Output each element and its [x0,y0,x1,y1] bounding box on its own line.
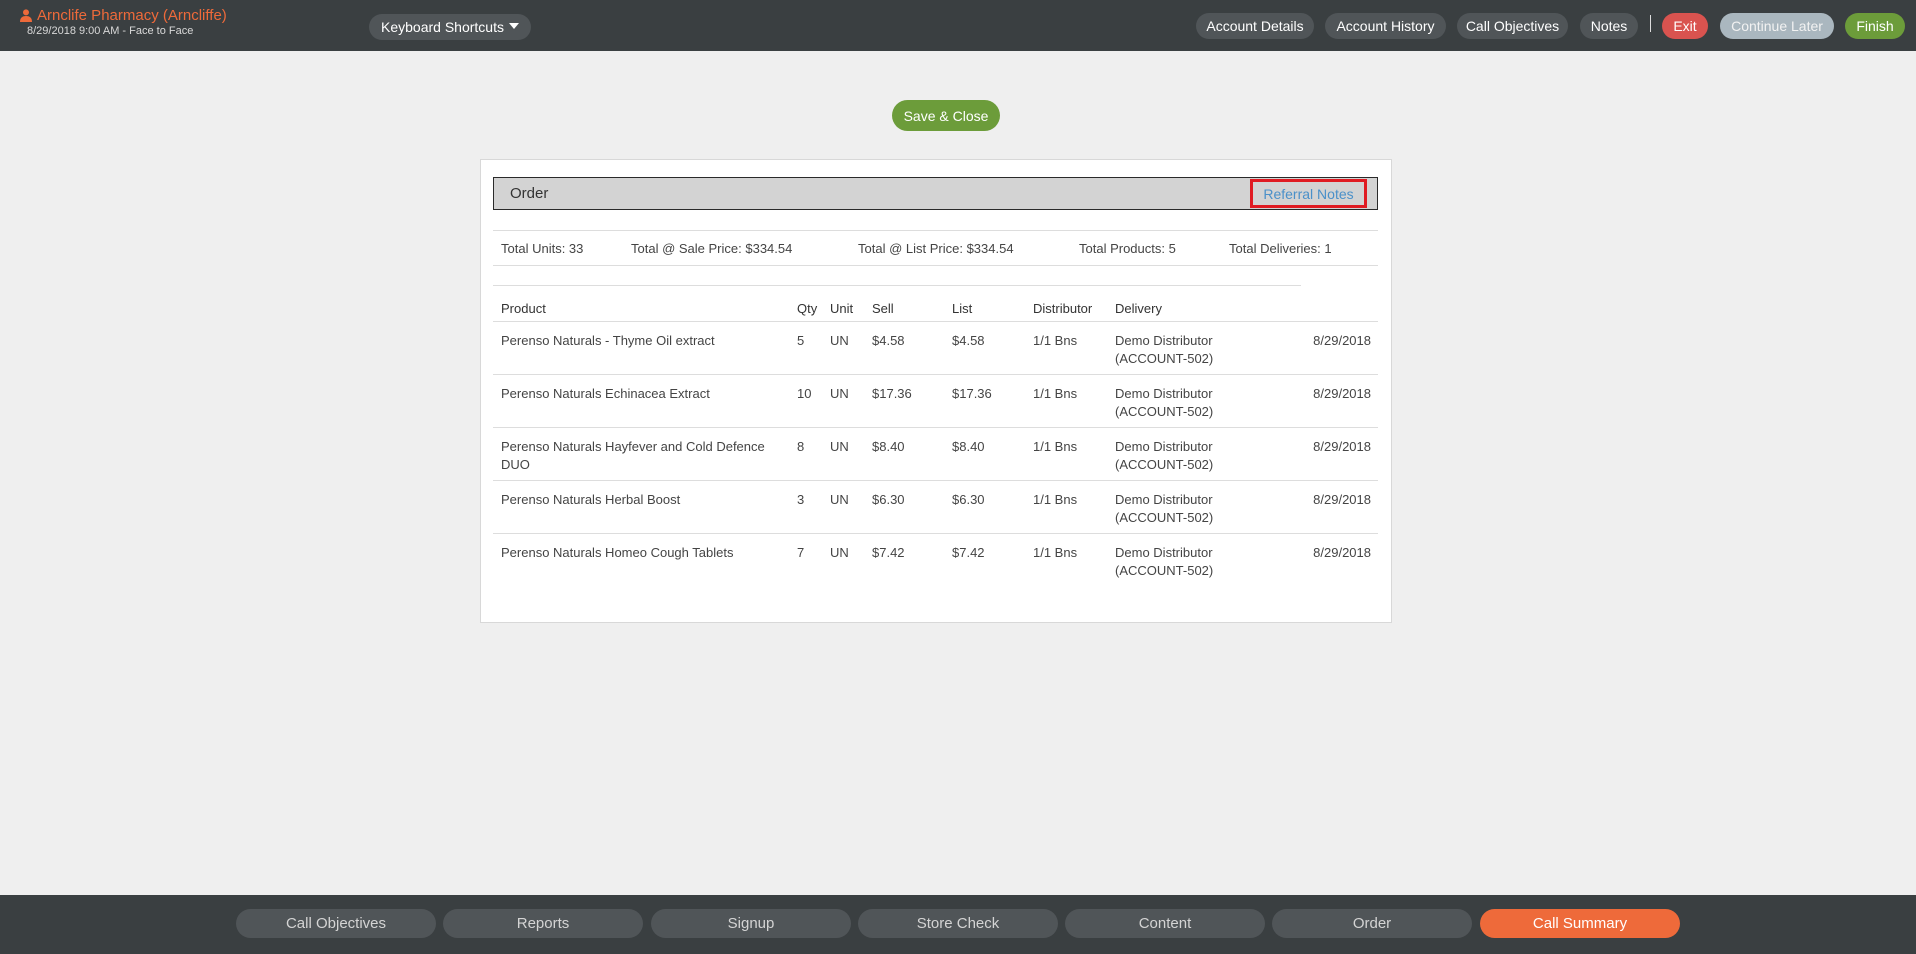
cell-product: Perenso Naturals - Thyme Oil extract [501,333,715,348]
cell-product: Perenso Naturals Herbal Boost [501,492,681,507]
total-products: Total Products: 5 [1079,241,1176,256]
keyboard-shortcuts-label: Keyboard Shortcuts [381,19,504,35]
col-unit: Unit [830,301,854,316]
cell-date: 8/29/2018 [1313,333,1371,348]
cell-sell: $4.58 [872,333,905,348]
total-sale-price: Total @ Sale Price: $334.54 [631,241,793,256]
continue-later-button[interactable]: Continue Later [1720,13,1834,39]
separator [1650,15,1651,32]
col-distributor: Distributor [1033,301,1093,316]
tab-store-check[interactable]: Store Check [858,909,1058,938]
cell-qty: 10 [797,386,812,401]
table-row[interactable]: Perenso Naturals Herbal Boost 3 UN $6.30… [493,480,1378,533]
cell-distributor: 1/1 Bns [1033,492,1078,507]
total-list-price: Total @ List Price: $334.54 [858,241,1014,256]
account-details-button[interactable]: Account Details [1196,13,1314,39]
col-sell: Sell [872,301,894,316]
cell-qty: 3 [797,492,805,507]
cell-unit: UN [830,545,849,560]
cell-unit: UN [830,439,849,454]
tab-content[interactable]: Content [1065,909,1265,938]
cell-sell: $8.40 [872,439,905,454]
cell-sell: $7.42 [872,545,905,560]
user-icon [20,9,32,22]
bottom-nav-bar: Call Objectives Reports Signup Store Che… [0,895,1916,954]
table-row[interactable]: Perenso Naturals - Thyme Oil extract 5 U… [493,321,1378,374]
account-history-button[interactable]: Account History [1325,13,1446,39]
account-link[interactable]: Arnclife Pharmacy (Arncliffe) [20,7,227,24]
tab-order[interactable]: Order [1272,909,1472,938]
cell-product: Perenso Naturals Homeo Cough Tablets [501,545,734,560]
table-row[interactable]: Perenso Naturals Hayfever and Cold Defen… [493,427,1378,480]
col-delivery: Delivery [1115,301,1162,316]
col-qty: Qty [797,301,818,316]
cell-unit: UN [830,492,849,507]
col-product: Product [501,301,546,316]
order-panel: Order Referral Notes Total Units: 33 Tot… [480,159,1392,623]
cell-sell: $17.36 [872,386,912,401]
table-row[interactable]: Perenso Naturals Homeo Cough Tablets 7 U… [493,533,1378,586]
top-bar: Arnclife Pharmacy (Arncliffe) 8/29/2018 … [0,0,1916,51]
cell-qty: 5 [797,333,805,348]
cell-list: $4.58 [952,333,985,348]
cell-product: Perenso Naturals Echinacea Extract [501,386,710,401]
cell-qty: 8 [797,439,805,454]
cell-delivery: Demo Distributor (ACCOUNT-502) [1115,439,1214,472]
cell-date: 8/29/2018 [1313,439,1371,454]
total-units: Total Units: 33 [501,241,584,256]
order-panel-header: Order Referral Notes [493,177,1378,210]
account-info: Arnclife Pharmacy (Arncliffe) 8/29/2018 … [20,7,227,38]
cell-sell: $6.30 [872,492,905,507]
cell-unit: UN [830,386,849,401]
call-objectives-button[interactable]: Call Objectives [1457,13,1568,39]
cell-list: $7.42 [952,545,985,560]
cell-list: $8.40 [952,439,985,454]
panel-title: Order [510,185,549,202]
cell-distributor: 1/1 Bns [1033,545,1078,560]
cell-distributor: 1/1 Bns [1033,439,1078,454]
cell-unit: UN [830,333,849,348]
cell-list: $17.36 [952,386,992,401]
col-list: List [952,301,973,316]
cell-list: $6.30 [952,492,985,507]
account-name: Arnclife Pharmacy (Arncliffe) [37,7,227,24]
cell-distributor: 1/1 Bns [1033,386,1078,401]
tab-reports[interactable]: Reports [443,909,643,938]
referral-notes-link[interactable]: Referral Notes [1250,179,1367,208]
cell-delivery: Demo Distributor (ACCOUNT-502) [1115,333,1214,366]
caret-down-icon [508,22,519,29]
total-deliveries: Total Deliveries: 1 [1229,241,1332,256]
cell-delivery: Demo Distributor (ACCOUNT-502) [1115,492,1214,525]
tab-call-summary[interactable]: Call Summary [1480,909,1680,938]
keyboard-shortcuts-dropdown[interactable]: Keyboard Shortcuts [369,14,531,40]
exit-button[interactable]: Exit [1662,13,1708,39]
call-datetime: 8/29/2018 9:00 AM - Face to Face [27,25,194,37]
tab-call-objectives[interactable]: Call Objectives [236,909,436,938]
cell-date: 8/29/2018 [1313,545,1371,560]
cell-distributor: 1/1 Bns [1033,333,1078,348]
tab-signup[interactable]: Signup [651,909,851,938]
cell-delivery: Demo Distributor (ACCOUNT-502) [1115,545,1214,578]
table-header: Product Qty Unit Sell List Distributor D… [493,290,1378,321]
cell-product: Perenso Naturals Hayfever and Cold Defen… [501,439,765,472]
cell-delivery: Demo Distributor (ACCOUNT-502) [1115,386,1214,419]
save-close-button[interactable]: Save & Close [892,100,1000,131]
table-row[interactable]: Perenso Naturals Echinacea Extract 10 UN… [493,374,1378,427]
divider [493,285,1301,286]
notes-button[interactable]: Notes [1580,13,1638,39]
cell-date: 8/29/2018 [1313,492,1371,507]
order-totals: Total Units: 33 Total @ Sale Price: $334… [493,230,1378,266]
cell-date: 8/29/2018 [1313,386,1371,401]
cell-qty: 7 [797,545,805,560]
finish-button[interactable]: Finish [1845,13,1905,39]
